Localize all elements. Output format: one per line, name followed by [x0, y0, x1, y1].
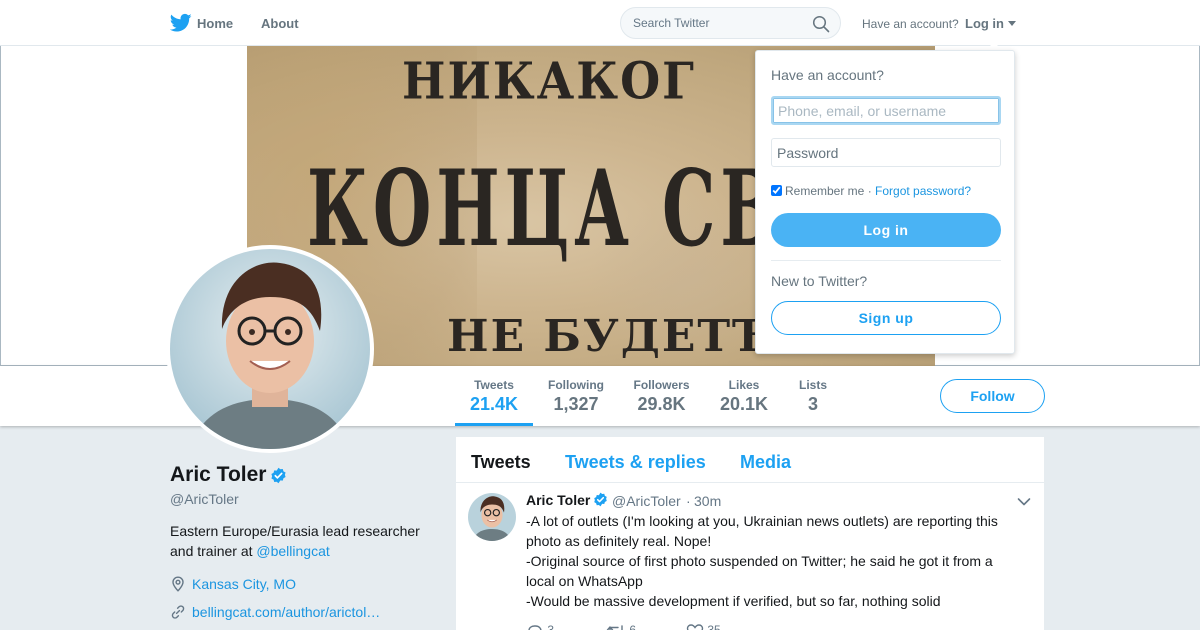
have-account-text: Have an account?	[862, 17, 959, 31]
stat-label: Followers	[633, 378, 690, 392]
avatar[interactable]	[166, 245, 374, 453]
search-input[interactable]	[633, 16, 813, 30]
retweet-button[interactable]: 6	[606, 623, 636, 630]
stat-likes[interactable]: Likes 20.1K	[720, 378, 768, 415]
chevron-down-icon[interactable]	[1008, 21, 1016, 26]
follow-button[interactable]: Follow	[940, 379, 1045, 413]
tweet-text-line: local on WhatsApp	[526, 573, 643, 589]
profile-location: Kansas City, MO	[192, 576, 296, 592]
link-icon	[171, 605, 185, 619]
password-field[interactable]	[771, 138, 1001, 167]
timeline: Tweets Tweets & replies Media Aric Toler…	[456, 437, 1044, 630]
reply-count: 3	[547, 623, 555, 630]
login-menu-toggle[interactable]: Log in	[965, 16, 1004, 31]
twitter-bird-icon[interactable]	[170, 13, 192, 33]
verified-badge-icon	[271, 467, 286, 484]
reply-button[interactable]: 3	[526, 623, 554, 630]
new-to-twitter-text: New to Twitter?	[771, 273, 868, 289]
tweet-author-name[interactable]: Aric Toler	[526, 492, 590, 508]
like-count: 35	[707, 623, 721, 630]
stat-label: Following	[548, 378, 604, 392]
dropdown-title: Have an account?	[771, 67, 884, 83]
stat-value: 3	[807, 394, 818, 414]
dropdown-pointer	[986, 42, 1002, 50]
top-nav-bar: Home About Have an account? Log in	[0, 0, 1200, 46]
tweet-text-line: -Original source of first photo suspende…	[526, 553, 993, 569]
active-stat-underline	[455, 423, 533, 426]
retweet-count: 6	[629, 623, 637, 630]
stat-following[interactable]: Following 1,327	[548, 378, 604, 415]
stat-followers[interactable]: Followers 29.8K	[633, 378, 690, 415]
profile-handle[interactable]: @AricToler	[170, 491, 239, 507]
tweet-author-handle[interactable]: @AricToler	[612, 493, 681, 509]
divider	[771, 260, 1001, 261]
login-button[interactable]: Log in	[771, 213, 1001, 247]
tweet-text-line: -Would be massive development if verifie…	[526, 593, 941, 609]
bio-mention-link[interactable]: @bellingcat	[256, 543, 329, 559]
stat-label: Tweets	[474, 378, 514, 392]
like-button[interactable]: 35	[686, 623, 721, 630]
remember-me-label[interactable]: Remember me	[785, 184, 864, 198]
profile-photo	[170, 249, 370, 449]
tweet-text-line: -A lot of outlets (I'm looking at you, U…	[526, 513, 998, 529]
nav-home-link[interactable]: Home	[197, 16, 233, 31]
tweet-avatar[interactable]	[468, 493, 516, 541]
tweet-actions: 3 6 35	[526, 623, 826, 630]
heart-icon	[686, 624, 704, 630]
stat-label: Lists	[798, 378, 827, 392]
banner-text-line-3: НЕ БУДЕТЪ	[447, 311, 777, 362]
chevron-down-icon[interactable]	[1017, 497, 1031, 507]
search-icon[interactable]	[812, 15, 830, 33]
forgot-password-link[interactable]: Forgot password?	[875, 184, 971, 198]
stat-value: 29.8K	[637, 394, 686, 414]
stat-label: Likes	[728, 378, 760, 392]
nav-about-link[interactable]: About	[261, 16, 299, 31]
tweet-timestamp[interactable]: 30m	[694, 493, 721, 509]
stat-value: 21.4K	[470, 394, 519, 414]
tab-media[interactable]: Media	[740, 452, 791, 473]
login-dropdown: Have an account? Remember me · Forgot pa…	[755, 50, 1015, 354]
stat-value: 20.1K	[720, 394, 769, 414]
remember-me-checkbox[interactable]	[771, 185, 782, 196]
separator-dot: ·	[864, 184, 876, 198]
search-box	[620, 7, 841, 39]
tweet-text: -A lot of outlets (I'm looking at you, U…	[526, 511, 1026, 611]
stat-value: 1,327	[553, 394, 599, 414]
location-pin-icon	[172, 576, 184, 592]
signup-button[interactable]: Sign up	[771, 301, 1001, 335]
profile-website-link[interactable]: bellingcat.com/author/arictol…	[192, 604, 380, 620]
tweet-separator-dot: ·	[686, 493, 691, 509]
tab-tweets[interactable]: Tweets	[471, 452, 531, 473]
profile-name: Aric Toler	[170, 463, 267, 486]
tweet-text-line: photo as definitely real. Nope!	[526, 533, 712, 549]
stat-tweets[interactable]: Tweets 21.4K	[470, 378, 518, 415]
stat-lists[interactable]: Lists 3	[797, 378, 829, 415]
tab-tweets-replies[interactable]: Tweets & replies	[565, 452, 706, 473]
reply-icon	[528, 625, 542, 630]
verified-badge-icon	[594, 492, 607, 507]
timeline-tabs: Tweets Tweets & replies Media	[456, 437, 1044, 483]
retweet-icon	[606, 625, 623, 630]
profile-bio: Eastern Europe/Eurasia lead researcher a…	[170, 521, 440, 561]
remember-row: Remember me · Forgot password?	[771, 184, 971, 198]
username-field[interactable]	[771, 96, 1001, 125]
banner-text-line-1: НИКАКОГ	[402, 51, 696, 111]
